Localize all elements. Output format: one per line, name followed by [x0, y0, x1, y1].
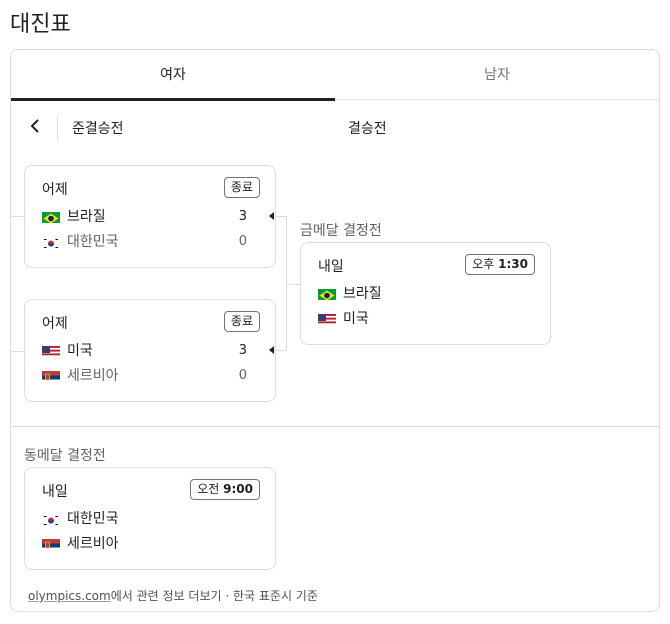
round-label-final: 결승전 [348, 121, 387, 137]
team-name: 브라질 [343, 286, 382, 302]
team-name: 브라질 [67, 209, 106, 225]
team-score: 0 [238, 367, 247, 383]
back-button[interactable] [23, 112, 47, 140]
serbia-flag-icon [42, 369, 60, 382]
team-name: 미국 [343, 311, 369, 327]
bronze-medal-match[interactable]: 내일 오전 9:00 대한민국 세르비아 [24, 467, 276, 570]
footer-text: 에서 관련 정보 더보기 · 한국 표준시 기준 [110, 589, 318, 603]
winner-arrow-icon [269, 212, 274, 220]
team-name: 세르비아 [67, 536, 119, 552]
team-row: 대한민국 0 [42, 231, 262, 251]
serbia-flag-icon [42, 537, 60, 550]
time-period: 오전 [197, 482, 220, 496]
bracket-connector [286, 284, 300, 285]
match-time-badge: 오전 9:00 [190, 479, 260, 500]
time-period: 오후 [472, 257, 495, 271]
bracket-card: 여자 남자 준결승전 결승전 어제 종료 브라질 3 대한민국 0 어제 종료 … [10, 49, 660, 612]
team-score: 3 [238, 208, 247, 224]
team-name: 미국 [67, 343, 93, 359]
olympics-link[interactable]: olympics.com [28, 589, 111, 603]
match-day: 어제 [42, 316, 68, 332]
tab-men[interactable]: 남자 [335, 50, 659, 100]
south-korea-flag-icon [42, 512, 60, 525]
team-score: 3 [238, 342, 247, 358]
bracket-connector [276, 350, 286, 351]
team-row: 대한민국 [42, 508, 119, 528]
match-time-badge: 오후 1:30 [465, 254, 535, 275]
bracket-connector [11, 216, 24, 217]
usa-flag-icon [318, 312, 336, 325]
divider [57, 114, 58, 140]
page-title: 대진표 [10, 12, 71, 37]
team-row: 미국 3 [42, 340, 262, 360]
match-time: 1:30 [498, 257, 528, 271]
tab-women-label: 여자 [160, 67, 186, 83]
semifinal-match-1[interactable]: 어제 종료 브라질 3 대한민국 0 [24, 165, 276, 268]
semifinal-match-2[interactable]: 어제 종료 미국 3 세르비아 0 [24, 299, 276, 402]
team-row: 브라질 3 [42, 206, 262, 226]
match-day: 내일 [42, 484, 68, 500]
tab-men-label: 남자 [484, 67, 510, 83]
south-korea-flag-icon [42, 235, 60, 248]
team-name: 대한민국 [67, 511, 119, 527]
round-label-semifinal: 준결승전 [72, 121, 124, 137]
brazil-flag-icon [318, 287, 336, 300]
match-day: 내일 [318, 259, 344, 275]
gold-medal-match[interactable]: 내일 오후 1:30 브라질 미국 [300, 242, 551, 345]
gold-match-label: 금메달 결정전 [300, 223, 382, 239]
round-header: 준결승전 결승전 [11, 110, 659, 146]
team-name: 세르비아 [67, 368, 119, 384]
chevron-left-icon [30, 119, 39, 133]
status-badge: 종료 [223, 177, 260, 198]
bronze-match-label: 동메달 결정전 [24, 448, 106, 464]
team-row: 세르비아 0 [42, 365, 262, 385]
usa-flag-icon [42, 344, 60, 357]
bracket-connector [11, 351, 24, 352]
tab-selected-indicator [11, 98, 335, 101]
status-badge: 종료 [223, 311, 260, 332]
brazil-flag-icon [42, 210, 60, 223]
team-name: 대한민국 [67, 234, 119, 250]
section-divider [11, 426, 659, 427]
bracket-connector [276, 216, 286, 217]
team-row: 세르비아 [42, 533, 119, 553]
team-score: 0 [238, 233, 247, 249]
match-time: 9:00 [223, 482, 253, 496]
team-row: 브라질 [318, 283, 382, 303]
tab-women[interactable]: 여자 [11, 50, 335, 101]
match-day: 어제 [42, 182, 68, 198]
winner-arrow-icon [269, 346, 274, 354]
team-row: 미국 [318, 308, 369, 328]
footer-attribution: olympics.com에서 관련 정보 더보기 · 한국 표준시 기준 [28, 587, 318, 604]
gender-tabs: 여자 남자 [11, 50, 659, 101]
